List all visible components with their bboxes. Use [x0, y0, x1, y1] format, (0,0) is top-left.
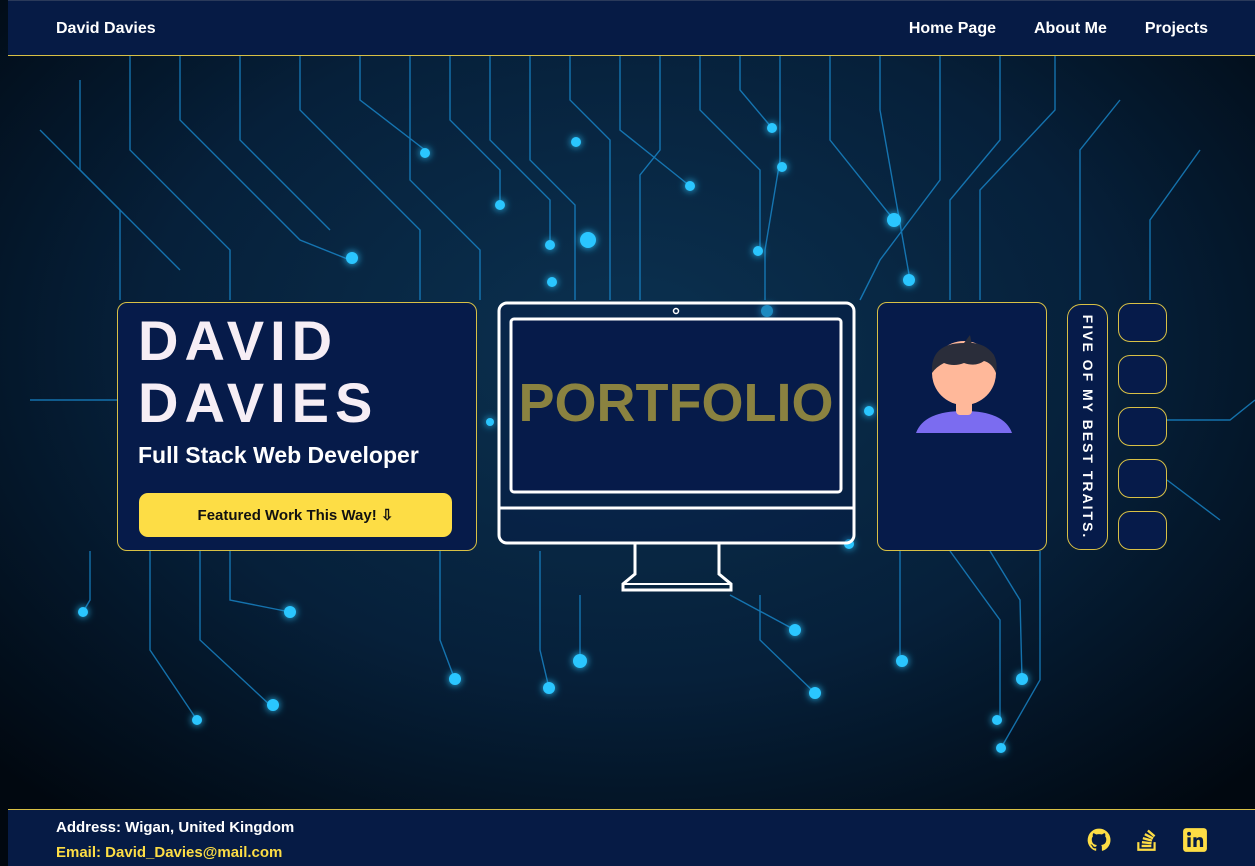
nav-link-about[interactable]: About Me: [1034, 20, 1107, 38]
trait-box-4[interactable]: [1118, 459, 1167, 498]
trait-box-3[interactable]: [1118, 407, 1167, 446]
monitor-illustration: [497, 301, 856, 592]
intro-card: DAVID DAVIES Full Stack Web Developer Fe…: [117, 302, 477, 551]
first-name-heading: DAVID: [138, 309, 339, 372]
github-icon[interactable]: [1086, 827, 1112, 853]
stackoverflow-icon[interactable]: [1134, 827, 1160, 853]
nav-links: Home Page About Me Projects: [909, 20, 1208, 38]
footer-address: Address: Wigan, United Kingdom: [56, 819, 295, 836]
top-navbar: David Davies Home Page About Me Projects: [8, 0, 1255, 56]
nav-link-projects[interactable]: Projects: [1145, 20, 1208, 38]
footer: Address: Wigan, United Kingdom Email: Da…: [8, 809, 1255, 866]
linkedin-icon[interactable]: [1182, 827, 1208, 853]
avatar-card: [877, 302, 1047, 551]
avatar: [916, 335, 1012, 433]
traits-label: FIVE OF MY BEST TRAITS.: [1079, 314, 1096, 540]
portfolio-title: PORTFOLIO: [518, 373, 834, 433]
featured-work-button[interactable]: Featured Work This Way! ⇩: [139, 493, 452, 537]
traits-card: FIVE OF MY BEST TRAITS.: [1067, 304, 1108, 550]
social-links: [1086, 827, 1208, 853]
trait-box-1[interactable]: [1118, 303, 1167, 342]
trait-box-5[interactable]: [1118, 511, 1167, 550]
brand-name[interactable]: David Davies: [56, 20, 156, 38]
footer-email-link[interactable]: Email: David_Davies@mail.com: [56, 844, 282, 861]
job-title: Full Stack Web Developer: [138, 442, 419, 468]
trait-box-2[interactable]: [1118, 355, 1167, 394]
last-name-heading: DAVIES: [138, 371, 379, 434]
nav-link-home[interactable]: Home Page: [909, 20, 996, 38]
